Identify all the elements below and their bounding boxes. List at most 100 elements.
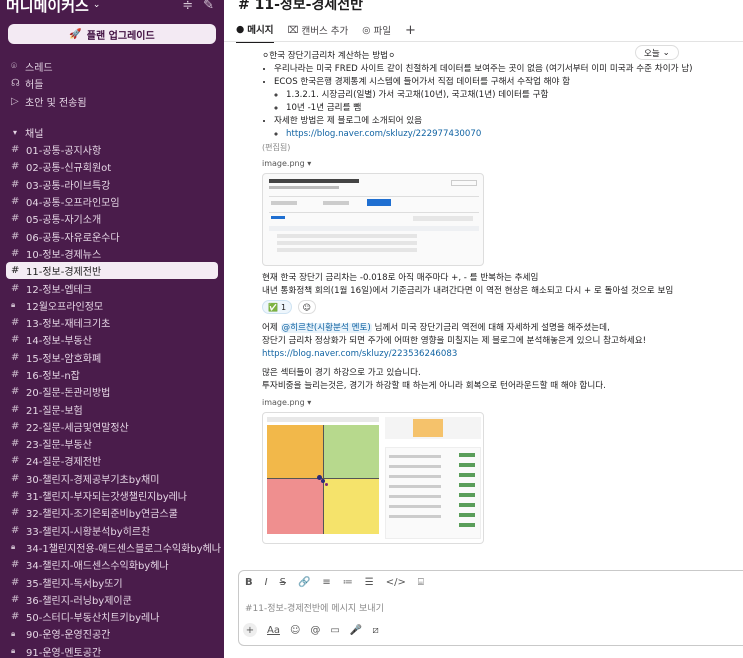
sidebar: 머니메이커스 ⌄ ≑ ✎ 🚀 플랜 업그레이드 ⌾ 스레드 ☊ 허들 ▷ 초안 … xyxy=(0,0,224,658)
sidebar-channel-item[interactable]: #33-챌린지-시황분석by히르찬 xyxy=(0,522,224,539)
sidebar-channel-item[interactable]: #50-스터디-부동산치트키by레나 xyxy=(0,608,224,625)
user-mention[interactable]: @히르찬(시황분석 멘토) xyxy=(280,322,372,333)
channel-label: 14-정보-부동산 xyxy=(26,336,92,348)
sidebar-item-threads[interactable]: ⌾ 스레드 xyxy=(0,58,224,75)
bulleted-list-icon[interactable]: ≔ xyxy=(343,577,353,588)
attachment-header[interactable]: image.png ▾ xyxy=(262,396,742,409)
compose-icon[interactable]: ✎ xyxy=(203,0,214,13)
hash-icon: # xyxy=(11,386,20,398)
channels-section-header[interactable]: ▾ 채널 xyxy=(0,124,224,141)
sidebar-channel-item[interactable]: #06-공통-자유로운수다 xyxy=(0,227,224,244)
upgrade-plan-button[interactable]: 🚀 플랜 업그레이드 xyxy=(8,24,216,44)
sidebar-channel-item[interactable]: #01-공통-공지사항 xyxy=(0,141,224,158)
hash-icon: # xyxy=(11,334,20,346)
chevron-down-icon[interactable]: ⌄ xyxy=(93,0,101,10)
hash-icon: # xyxy=(11,524,20,536)
sidebar-channel-item[interactable]: #14-정보-부동산 xyxy=(0,331,224,348)
blog-link[interactable]: https://blog.naver.com/skluzy/2235362460… xyxy=(262,349,457,359)
hash-icon: # xyxy=(11,369,20,380)
reaction-button[interactable]: ✅ 1 xyxy=(262,300,293,314)
sidebar-item-label: 초안 및 전송됨 xyxy=(25,97,87,109)
channel-label: 33-챌린지-시황분석by히르찬 xyxy=(26,526,151,538)
channel-label: 16-정보-n잡 xyxy=(26,371,80,382)
message-icon: ● xyxy=(236,23,245,35)
hash-icon: # xyxy=(11,144,20,156)
mention-icon[interactable]: @ xyxy=(310,625,320,636)
blockquote-icon[interactable]: ☰ xyxy=(365,577,374,588)
sidebar-item-huddles[interactable]: ☊ 허들 xyxy=(0,75,224,92)
tab-label: 캔버스 추가 xyxy=(301,26,349,37)
strikethrough-button[interactable]: S xyxy=(280,577,286,588)
sidebar-channel-item[interactable]: #23-질문-부동산 xyxy=(0,435,224,452)
sidebar-channel-item[interactable]: #03-공통-라이브특강 xyxy=(0,176,224,193)
tab-messages[interactable]: ● 메시지 xyxy=(236,22,274,43)
tab-files[interactable]: ◎ 파일 xyxy=(362,23,391,42)
sidebar-channel-item[interactable]: #35-챌린지-독서by또기 xyxy=(0,573,224,590)
sidebar-channel-item[interactable]: 🔒︎ 34-1챌린지전용-애드센스블로그수익화by헤나 xyxy=(0,539,224,556)
hash-icon: # xyxy=(11,247,20,259)
caret-down-icon[interactable]: ▾ xyxy=(307,159,311,168)
message-heading: ⚪한국 장단기금리차 계산하는 방법⚪ xyxy=(262,51,396,61)
hash-icon: # xyxy=(11,282,20,294)
video-icon[interactable]: ▭ xyxy=(330,625,339,636)
message-composer: B I S 🔗 ≡ ≔ ☰ </> ⌸ #11-정보-경제전반에 메시지 보내기… xyxy=(238,570,743,646)
sidebar-channel-item[interactable]: #05-공통-자기소개 xyxy=(0,210,224,227)
italic-button[interactable]: I xyxy=(265,577,268,588)
code-icon[interactable]: </> xyxy=(386,577,406,588)
tab-add-canvas[interactable]: ⌧ 캔버스 추가 xyxy=(288,23,349,42)
add-reaction-button[interactable]: ☺ xyxy=(297,300,316,314)
sidebar-channel-item[interactable]: #20-질문-돈관리방법 xyxy=(0,383,224,400)
workspace-header[interactable]: 머니메이커스 ⌄ xyxy=(6,0,100,16)
image-attachment[interactable] xyxy=(262,173,484,266)
filter-icon[interactable]: ≑ xyxy=(182,0,193,13)
hash-icon: # xyxy=(11,490,20,502)
sidebar-channel-item[interactable]: #16-정보-n잡 xyxy=(0,366,224,383)
sidebar-channel-item[interactable]: #36-챌린지-러닝by제이쿤 xyxy=(0,591,224,608)
blog-link[interactable]: https://blog.naver.com/skluzy/2229774300… xyxy=(286,129,481,139)
bold-button[interactable]: B xyxy=(245,577,253,588)
code-block-icon[interactable]: ⌸ xyxy=(418,577,424,588)
caret-down-icon[interactable]: ▾ xyxy=(13,128,25,137)
sidebar-channel-item[interactable]: 🔒︎ 91-운영-멘토공간 xyxy=(0,643,224,658)
ordered-list-icon[interactable]: ≡ xyxy=(322,577,330,588)
emoji-icon[interactable]: ☺ xyxy=(290,625,300,636)
link-icon[interactable]: 🔗 xyxy=(298,577,310,588)
sidebar-channel-item[interactable]: #34-챌린지-애드센스수익화by헤나 xyxy=(0,556,224,573)
workspace-name[interactable]: 머니메이커스 xyxy=(6,0,89,16)
attach-plus-button[interactable]: + xyxy=(243,623,257,637)
formatting-toggle-button[interactable]: Aa xyxy=(267,625,280,636)
sidebar-channel-item[interactable]: #13-정보-재테크기초 xyxy=(0,314,224,331)
sidebar-channel-item[interactable]: #30-챌린지-경제공부기초by채미 xyxy=(0,470,224,487)
sidebar-channel-item[interactable]: 🔒︎ 90-운영-운영진공간 xyxy=(0,625,224,642)
caret-down-icon[interactable]: ▾ xyxy=(307,398,311,407)
upgrade-plan-label: 플랜 업그레이드 xyxy=(86,30,155,42)
attachment-name: image.png xyxy=(262,397,305,407)
sidebar-channel-item[interactable]: #12-정보-엡테크 xyxy=(0,279,224,296)
sidebar-channel-item[interactable]: #32-챌린지-조기은퇴준비by연금스쿨 xyxy=(0,504,224,521)
sidebar-channel-item[interactable]: #10-정보-경제뉴스 xyxy=(0,245,224,262)
sidebar-channel-item[interactable]: #04-공통-오프라인모임 xyxy=(0,193,224,210)
sidebar-channel-item[interactable]: #22-질문-세금및연말정산 xyxy=(0,418,224,435)
message-input[interactable]: #11-정보-경제전반에 메시지 보내기 xyxy=(245,601,384,614)
hash-icon: # xyxy=(11,161,20,173)
channel-title[interactable]: # 11-정보-경제전반 xyxy=(238,0,363,14)
sidebar-item-drafts[interactable]: ▷ 초안 및 전송됨 xyxy=(0,93,224,110)
text-fragment: 님께서 미국 장단기금리 역전에 대해 자세하게 설명을 해주셨는데, xyxy=(371,322,610,333)
sidebar-channel-item[interactable]: #21-질문-보험 xyxy=(0,400,224,417)
threads-icon: ⌾ xyxy=(11,61,17,73)
huddle-icon: ☊ xyxy=(11,78,20,90)
sidebar-channel-item[interactable]: #15-정보-암호화폐 xyxy=(0,349,224,366)
sidebar-channel-item[interactable]: #24-질문-경제전반 xyxy=(0,452,224,469)
sidebar-channel-item[interactable]: #31-챌린지-부자되는갓생챌린지by레나 xyxy=(0,487,224,504)
sidebar-channel-item[interactable]: #11-정보-경제전반 xyxy=(6,262,218,280)
shortcut-icon[interactable]: ⧄ xyxy=(372,625,378,636)
microphone-icon[interactable]: 🎤 xyxy=(350,625,362,636)
attachment-header[interactable]: image.png ▾ xyxy=(262,157,742,170)
channel-label: 12-정보-엡테크 xyxy=(26,284,92,296)
sidebar-channel-item[interactable]: 🔒︎ 12월오프라인정모 xyxy=(0,297,224,314)
tab-add-button[interactable]: + xyxy=(405,23,416,43)
list-item: 우리나라는 미국 FRED 사이트 같이 친절하게 데이터를 보여주는 곳이 없… xyxy=(274,63,742,76)
list-item: 10년 -1년 금리를 뺌 xyxy=(286,102,742,115)
image-attachment[interactable] xyxy=(262,411,484,544)
sidebar-channel-item[interactable]: #02-공통-신규회원ot xyxy=(0,158,224,175)
